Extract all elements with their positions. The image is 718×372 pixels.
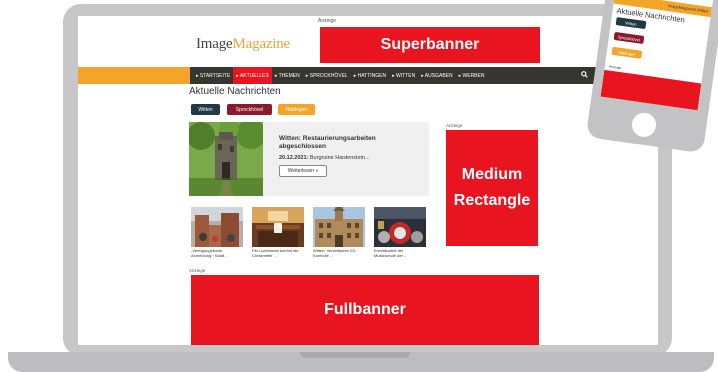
phone-ad[interactable] xyxy=(600,69,702,111)
phone-ad-label: Anzeige xyxy=(608,64,622,71)
featured-article-teaser: 20.12.2021: Burgruine Hardenstein... xyxy=(279,155,424,161)
section-title: Aktuelle Nachrichten xyxy=(189,86,281,97)
phone-screen: ImageMagazine Witten Aktuelle Nachrichte… xyxy=(600,0,716,111)
article-thumb[interactable]: Witten: Vereinfachte 2G-Kontrolle ... xyxy=(313,207,365,258)
marketing-mockup: Anzeige ImageMagazine Superbanner ▸ STAR… xyxy=(0,0,718,372)
phone-home-button xyxy=(630,111,658,139)
phone-filter-sprockhoevel[interactable]: Sprockhövel xyxy=(613,31,645,44)
article-thumb-image[interactable] xyxy=(252,207,304,247)
filter-sprockhoevel[interactable]: Sprockhövel xyxy=(227,104,272,115)
article-thumb-image[interactable] xyxy=(374,207,426,247)
logo-part-1: Image xyxy=(196,36,233,52)
phone-filter-hattingen[interactable]: Hattingen xyxy=(611,46,643,59)
nav-item-themen[interactable]: ▸ THEMEN xyxy=(272,67,303,84)
article-thumb-caption[interactable]: Ernestkarteit der Musikschule der ... xyxy=(374,248,426,258)
superbanner-ad-label: Anzeige xyxy=(318,18,337,24)
article-thumb-image[interactable] xyxy=(313,207,365,247)
superbanner-ad[interactable]: Superbanner xyxy=(320,27,540,63)
nav-item-sprockhoevel[interactable]: ▸ SPROCKHÖVEL xyxy=(303,67,351,84)
medium-rectangle-ad[interactable]: Medium Rectangle xyxy=(446,130,538,246)
featured-article-title[interactable]: Witten: Restaurierungsarbeiten abgeschlo… xyxy=(279,135,419,151)
filter-hattingen[interactable]: Hattingen xyxy=(278,104,315,115)
featured-article-date: 20.12.2021: xyxy=(279,155,309,161)
nav-item-startseite[interactable]: ▸ STARTSEITE xyxy=(193,67,233,84)
nav-bar-inner: ▸ STARTSEITE ▸ AKTUELLES ▸ THEMEN ▸ SPRO… xyxy=(190,67,600,84)
logo-part-2: Magazine xyxy=(232,36,291,52)
read-more-button[interactable]: Weiterlesen » xyxy=(279,165,327,177)
featured-article-image[interactable] xyxy=(189,122,263,196)
article-thumb-image[interactable] xyxy=(191,207,243,247)
laptop-notch xyxy=(300,352,410,358)
nav-item-ausgaben[interactable]: ▸ AUSGABEN xyxy=(418,67,455,84)
site-logo[interactable]: ImageMagazine xyxy=(196,36,290,53)
medium-rectangle-line-1: Medium xyxy=(461,166,523,184)
search-icon[interactable] xyxy=(581,71,588,80)
medium-rectangle-line-2: Rectangle xyxy=(453,192,531,209)
article-thumb-caption[interactable]: „Verfügungsfonds Anmeldung“: Stadt ... xyxy=(191,248,243,258)
nav-item-hattingen[interactable]: ▸ HATTINGEN xyxy=(351,67,389,84)
article-thumb[interactable]: Per Livestream kommt die Christmette ... xyxy=(252,207,304,258)
nav-item-witten[interactable]: ▸ WITTEN xyxy=(389,67,418,84)
filter-witten[interactable]: Witten xyxy=(191,104,220,115)
article-thumb[interactable]: „Verfügungsfonds Anmeldung“: Stadt ... xyxy=(191,207,243,258)
phone-filter-witten[interactable]: Witten xyxy=(615,17,647,30)
laptop-screen: Anzeige ImageMagazine Superbanner ▸ STAR… xyxy=(78,16,658,345)
article-thumb-caption[interactable]: Per Livestream kommt die Christmette ... xyxy=(252,248,304,258)
main-navigation: ▸ STARTSEITE ▸ AKTUELLES ▸ THEMEN ▸ SPRO… xyxy=(78,67,658,84)
featured-article-card[interactable]: Witten: Restaurierungsarbeiten abgeschlo… xyxy=(189,122,429,196)
nav-item-aktuelles[interactable]: ▸ AKTUELLES xyxy=(233,67,272,84)
fullbanner-ad[interactable]: Fullbanner xyxy=(191,275,539,345)
fullbanner-ad-label: Anzeige xyxy=(189,268,206,273)
article-thumb-caption[interactable]: Witten: Vereinfachte 2G-Kontrolle ... xyxy=(313,248,365,258)
featured-article-excerpt: Burgruine Hardenstein... xyxy=(308,155,370,161)
phone-frame: ImageMagazine Witten Aktuelle Nachrichte… xyxy=(585,0,718,154)
article-thumb[interactable]: Ernestkarteit der Musikschule der ... xyxy=(374,207,426,258)
nav-item-werben[interactable]: ▸ WERBEN xyxy=(456,67,488,84)
medium-rectangle-ad-label: Anzeige xyxy=(446,123,463,128)
